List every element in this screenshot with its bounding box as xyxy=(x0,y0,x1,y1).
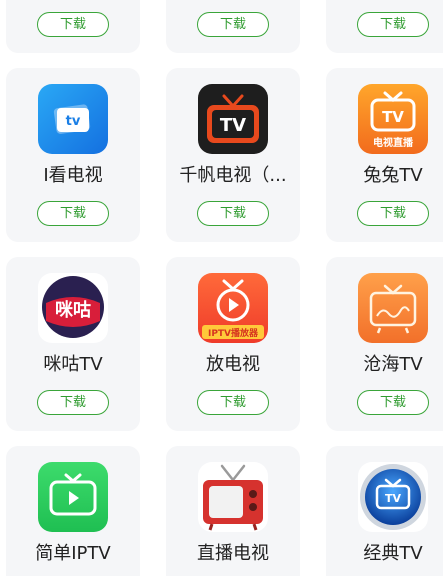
svg-text:tv: tv xyxy=(66,114,81,129)
migu-tv-icon[interactable]: 咪咕 xyxy=(38,273,108,343)
app-card[interactable]: 下载 xyxy=(326,0,443,53)
svg-text:TV: TV xyxy=(220,115,246,136)
fang-tv-icon[interactable]: IPTV播放器 xyxy=(198,273,268,343)
app-card[interactable]: 沧海TV 下载 xyxy=(326,257,443,431)
app-name: 直播电视 xyxy=(197,543,269,564)
jingdian-tv-icon[interactable]: TV xyxy=(358,462,428,532)
app-card[interactable]: 直播电视 xyxy=(166,446,300,576)
download-button[interactable]: 下载 xyxy=(37,201,109,226)
app-name: I看电视 xyxy=(43,165,103,186)
app-name: 经典TV xyxy=(363,543,423,564)
download-button[interactable]: 下载 xyxy=(357,201,429,226)
svg-text:电视直播: 电视直播 xyxy=(373,136,414,149)
app-card[interactable]: 咪咕 咪咕TV 下载 xyxy=(6,257,140,431)
svg-text:TV: TV xyxy=(385,492,402,505)
qianfan-tv-icon[interactable]: TV xyxy=(198,84,268,154)
jiandan-iptv-icon[interactable] xyxy=(38,462,108,532)
tutu-tv-icon[interactable]: TV 电视直播 xyxy=(358,84,428,154)
download-button[interactable]: 下载 xyxy=(197,390,269,415)
app-card[interactable]: 简单IPTV xyxy=(6,446,140,576)
canghai-tv-icon[interactable] xyxy=(358,273,428,343)
app-card[interactable]: TV 经典TV xyxy=(326,446,443,576)
download-button[interactable]: 下载 xyxy=(37,12,109,37)
zhibo-tv-icon[interactable] xyxy=(198,462,268,532)
app-name: 千帆电视（... xyxy=(179,165,287,186)
download-button[interactable]: 下载 xyxy=(197,201,269,226)
app-card[interactable]: 下载 xyxy=(166,0,300,53)
app-name: 咪咕TV xyxy=(43,354,103,375)
app-name: 沧海TV xyxy=(363,354,423,375)
download-button[interactable]: 下载 xyxy=(197,12,269,37)
ikan-tv-icon[interactable]: tv xyxy=(38,84,108,154)
svg-text:TV: TV xyxy=(382,108,404,126)
app-card[interactable]: tv I看电视 下载 xyxy=(6,68,140,242)
app-card[interactable]: TV 电视直播 兔兔TV 下载 xyxy=(326,68,443,242)
app-name: 兔兔TV xyxy=(363,165,423,186)
download-button[interactable]: 下载 xyxy=(37,390,109,415)
app-card[interactable]: IPTV播放器 放电视 下载 xyxy=(166,257,300,431)
download-button[interactable]: 下载 xyxy=(357,390,429,415)
app-card[interactable]: 下载 xyxy=(6,0,140,53)
app-name: 放电视 xyxy=(206,354,260,375)
app-name: 简单IPTV xyxy=(35,543,111,564)
svg-text:咪咕: 咪咕 xyxy=(55,299,91,321)
svg-text:IPTV播放器: IPTV播放器 xyxy=(208,327,259,339)
app-card[interactable]: TV 千帆电视（... 下载 xyxy=(166,68,300,242)
download-button[interactable]: 下载 xyxy=(357,12,429,37)
